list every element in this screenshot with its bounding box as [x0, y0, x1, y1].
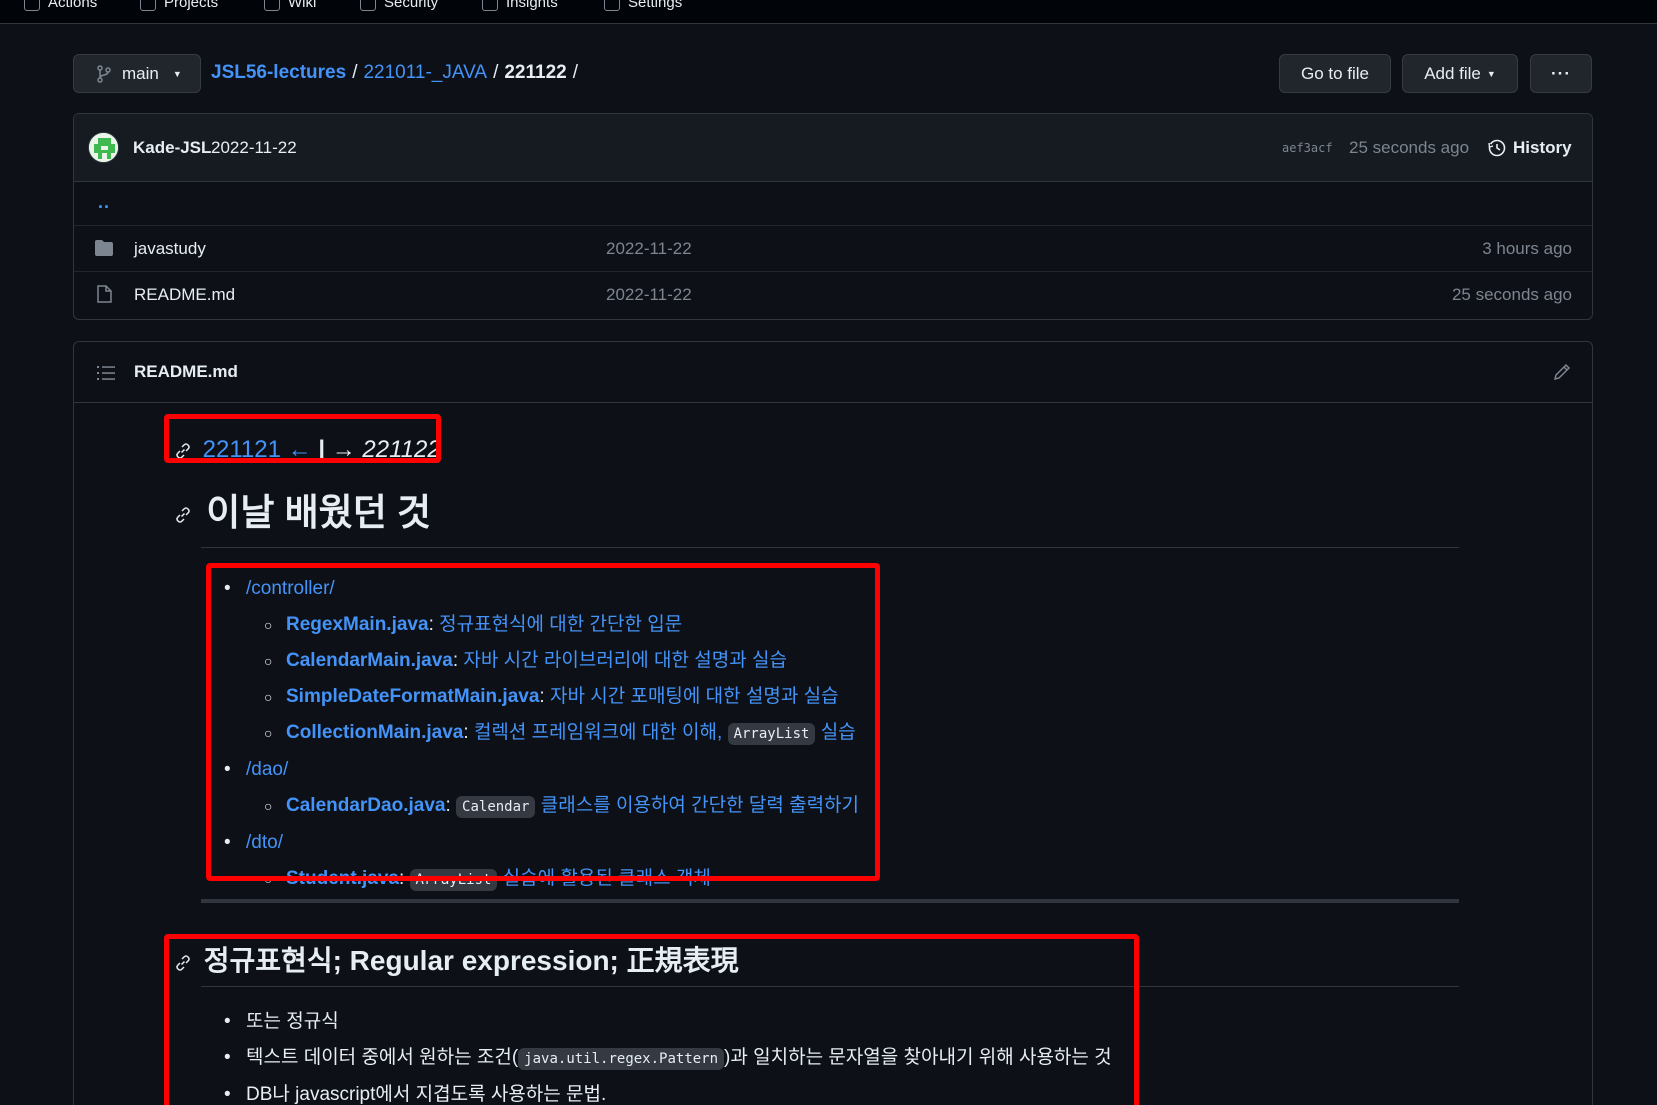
breadcrumb: JSL56-lectures / 221011-_JAVA / 221122 / [211, 62, 578, 84]
parent-directory-row[interactable]: .. [74, 182, 1592, 226]
list-icon[interactable] [96, 364, 116, 382]
table-row[interactable]: javastudy 2022-11-22 3 hours ago [74, 226, 1592, 272]
file-commit-time: 3 hours ago [1482, 239, 1572, 258]
graph-icon [482, 0, 498, 11]
breadcrumb-separator: / [352, 62, 358, 83]
file-name[interactable]: javastudy [134, 239, 206, 259]
heading-divider [201, 547, 1459, 548]
tab-settings[interactable]: Settings [604, 0, 682, 11]
readme-header: README.md [74, 342, 1592, 403]
commit-hash[interactable]: aef3acf [1282, 141, 1333, 155]
go-to-file-button[interactable]: Go to file [1279, 54, 1391, 93]
tab-wiki[interactable]: Wiki [264, 0, 316, 11]
parent-directory-link[interactable]: .. [98, 192, 110, 213]
tab-projects[interactable]: Projects [140, 0, 218, 11]
table-row[interactable]: README.md 2022-11-22 25 seconds ago [74, 272, 1592, 318]
breadcrumb-separator: / [493, 62, 499, 83]
history-link[interactable]: History [1487, 138, 1572, 158]
projects-icon [140, 0, 156, 11]
file-name[interactable]: README.md [134, 285, 235, 305]
pencil-icon[interactable] [1552, 362, 1572, 382]
file-commit-message[interactable]: 2022-11-22 [606, 285, 692, 305]
latest-commit-bar: Kade-JSL 2022-11-22 aef3acf 25 seconds a… [74, 114, 1592, 182]
horizontal-rule [201, 899, 1459, 903]
commit-message[interactable]: 2022-11-22 [211, 138, 297, 158]
tab-security[interactable]: Security [360, 0, 438, 11]
repo-nav-bar: Actions Projects Wiki Security Insights … [0, 0, 1657, 24]
file-browser: Kade-JSL 2022-11-22 aef3acf 25 seconds a… [73, 113, 1593, 320]
commit-time: 25 seconds ago [1349, 138, 1470, 157]
shield-icon [360, 0, 376, 11]
highlight-box [206, 563, 880, 881]
branch-name: main [122, 63, 159, 83]
link-icon[interactable] [174, 506, 192, 524]
chevron-down-icon: ▼ [172, 68, 182, 79]
history-label: History [1513, 138, 1572, 157]
branch-icon [97, 64, 111, 83]
section-heading: 이날 배웠던 것 [174, 482, 431, 536]
file-icon [97, 285, 112, 303]
actions-icon [24, 0, 40, 11]
highlight-box [164, 934, 1139, 1105]
gear-icon [604, 0, 620, 11]
history-icon [1488, 139, 1506, 157]
breadcrumb-folder-link[interactable]: 221011-_JAVA [363, 62, 487, 84]
tab-insights[interactable]: Insights [482, 0, 558, 11]
wiki-icon [264, 0, 280, 11]
add-file-label: Add file [1424, 63, 1481, 83]
breadcrumb-separator: / [572, 62, 578, 83]
commit-author[interactable]: Kade-JSL [133, 138, 211, 158]
more-options-button[interactable]: ··· [1530, 54, 1592, 93]
tab-actions[interactable]: Actions [24, 0, 97, 11]
branch-selector[interactable]: main ▼ [73, 54, 201, 93]
breadcrumb-current: 221122 [504, 62, 567, 83]
highlight-box [164, 414, 441, 463]
folder-icon [95, 240, 113, 256]
chevron-down-icon: ▼ [1486, 68, 1496, 79]
section-heading-text: 이날 배웠던 것 [206, 492, 432, 533]
file-commit-message[interactable]: 2022-11-22 [606, 239, 692, 259]
readme-title: README.md [134, 362, 238, 381]
add-file-button[interactable]: Add file ▼ [1402, 54, 1518, 93]
file-commit-time: 25 seconds ago [1451, 285, 1572, 304]
avatar[interactable] [88, 132, 119, 163]
breadcrumb-repo-link[interactable]: JSL56-lectures [211, 62, 346, 84]
